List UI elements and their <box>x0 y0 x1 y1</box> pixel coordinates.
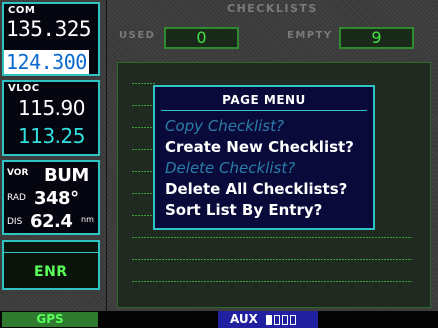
menu-item-create-new-checklist[interactable]: Create New Checklist? <box>165 138 354 156</box>
page-indicator-box <box>290 315 296 325</box>
menu-item-delete-checklist: Delete Checklist? <box>165 159 296 177</box>
menu-item-delete-all-checklists[interactable]: Delete All Checklists? <box>165 180 347 198</box>
page-indicator-box <box>282 315 288 325</box>
vor-label: VOR <box>7 168 29 178</box>
com-box[interactable]: COM 135.325 124.300 <box>2 2 100 76</box>
vor-distance: 62.4 <box>30 211 73 232</box>
used-label: USED <box>119 30 156 41</box>
nav-mode-indicator: GPS <box>2 312 98 327</box>
menu-item-sort-list-by-entry[interactable]: Sort List By Entry? <box>165 201 322 219</box>
cdi-box: ENR <box>2 240 100 290</box>
menu-title: PAGE MENU <box>222 93 306 107</box>
vloc-label: VLOC <box>8 83 40 94</box>
empty-value: 9 <box>371 28 382 47</box>
dis-label: DIS <box>7 217 23 227</box>
page-indicator-box <box>274 315 280 325</box>
empty-count: 9 <box>339 27 414 49</box>
page-title: CHECKLISTS <box>227 2 318 15</box>
com-standby-freq[interactable]: 124.300 <box>4 50 89 74</box>
rad-label: RAD <box>7 193 26 203</box>
list-item[interactable] <box>132 259 412 260</box>
distance-unit: nm <box>81 215 94 224</box>
menu-divider <box>161 110 367 111</box>
com-active-freq: 135.325 <box>6 17 92 41</box>
menu-item-copy-checklist: Copy Checklist? <box>165 117 284 135</box>
vloc-active-freq: 115.90 <box>18 96 85 120</box>
com-label: COM <box>8 5 36 16</box>
vor-radial: 348° <box>34 188 79 209</box>
cdi-divider <box>4 252 98 253</box>
vloc-box[interactable]: VLOC 115.90 113.25 <box>2 80 100 156</box>
vor-ident: BUM <box>44 165 89 186</box>
page-menu: PAGE MENU Copy Checklist? Create New Che… <box>153 85 375 230</box>
page-group-label: AUX <box>230 312 258 326</box>
list-item[interactable] <box>132 281 412 282</box>
used-value: 0 <box>196 28 207 47</box>
list-item[interactable] <box>132 237 412 238</box>
empty-label: EMPTY <box>287 30 333 41</box>
aux-page-group[interactable]: AUX <box>218 311 318 328</box>
used-count: 0 <box>164 27 239 49</box>
vor-info-box: VOR BUM RAD 348° DIS 62.4 nm <box>2 160 100 235</box>
cdi-mode: ENR <box>34 264 68 280</box>
radio-panel: COM 135.325 124.300 VLOC 115.90 113.25 V… <box>0 0 106 311</box>
list-item[interactable] <box>132 83 156 84</box>
page-indicator-box <box>266 315 272 325</box>
status-bar: GPS AUX <box>0 311 438 328</box>
vloc-standby-freq[interactable]: 113.25 <box>18 124 85 148</box>
